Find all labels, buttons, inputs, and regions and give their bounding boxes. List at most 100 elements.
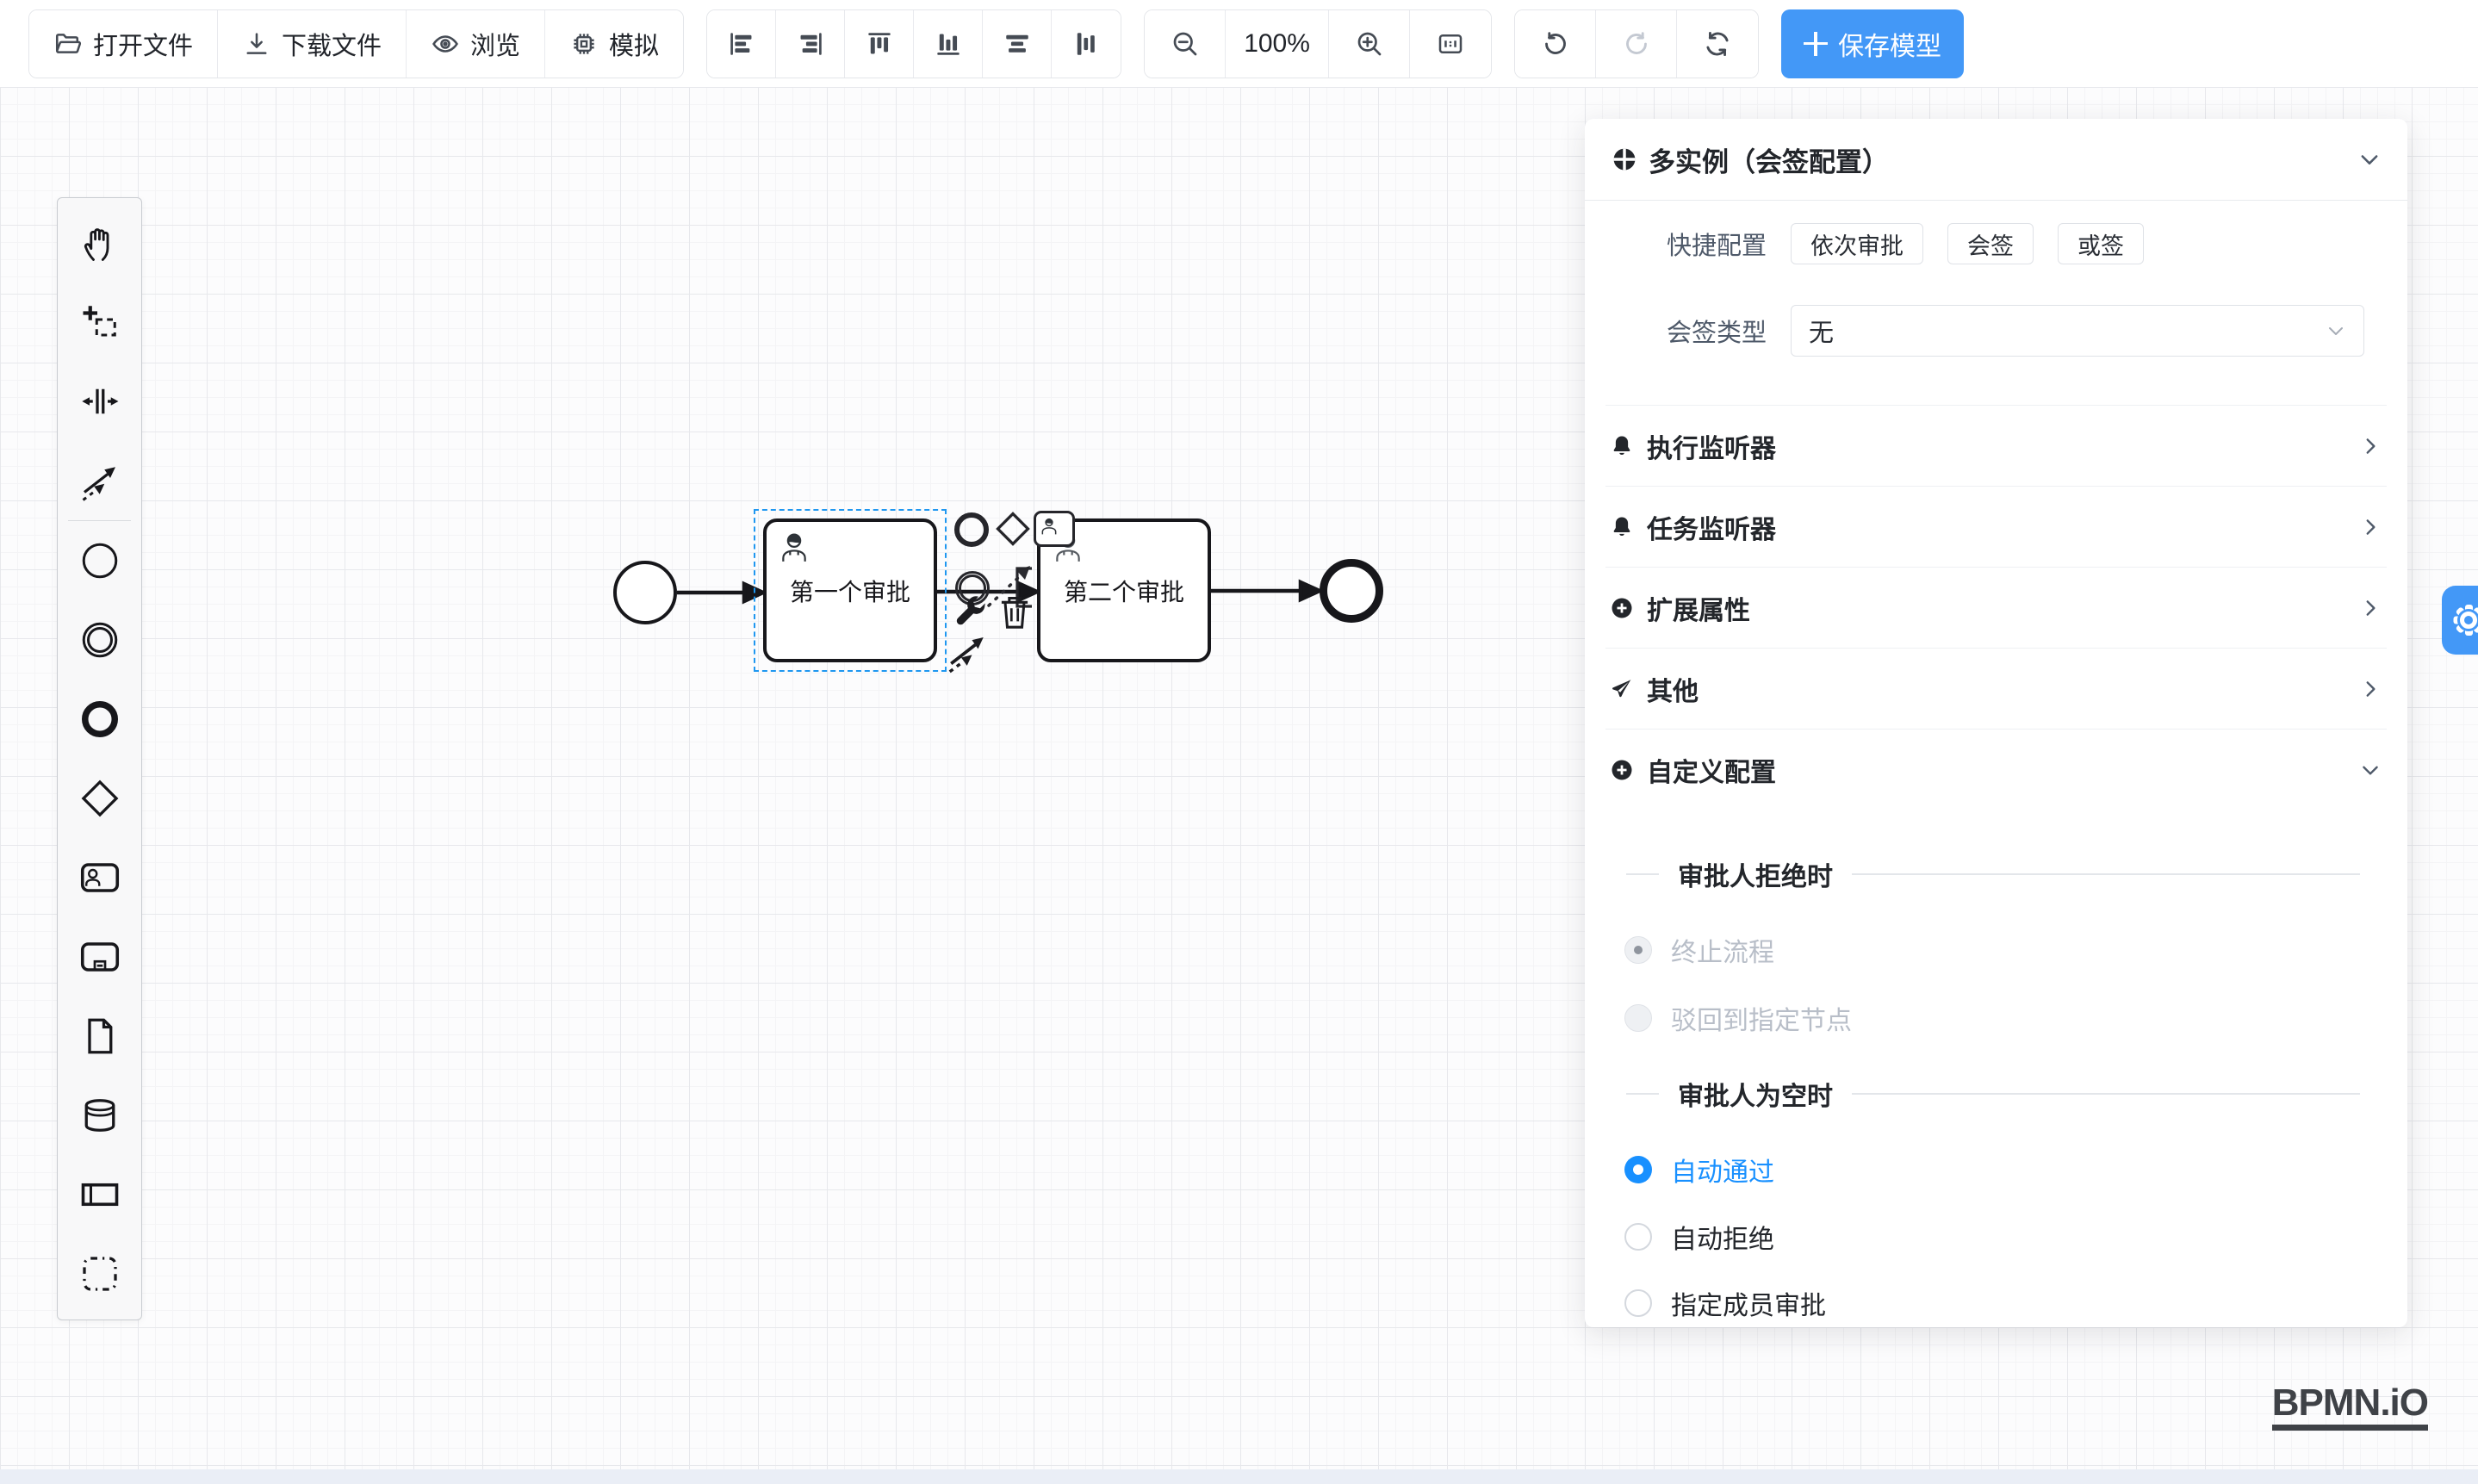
empty-group-divider: 审批人为空时 bbox=[1626, 1073, 2360, 1115]
lasso-tool[interactable] bbox=[58, 283, 141, 362]
align-middle-vertical-button[interactable] bbox=[1052, 10, 1121, 78]
bpmn-io-logo[interactable]: BPMN.iO bbox=[2272, 1384, 2428, 1431]
create-group[interactable] bbox=[58, 1234, 141, 1313]
end-event[interactable] bbox=[1320, 559, 1383, 623]
divider-line bbox=[1852, 1093, 2360, 1095]
section-execution-listener[interactable]: 执行监听器 bbox=[1605, 405, 2387, 486]
align-left-icon bbox=[727, 29, 756, 59]
section-task-listener[interactable]: 任务监听器 bbox=[1605, 486, 2387, 567]
connection-tool[interactable] bbox=[58, 441, 141, 520]
start-event-icon bbox=[79, 540, 121, 581]
chevron-down-icon bbox=[2326, 320, 2346, 341]
section-label: 执行监听器 bbox=[1647, 427, 2359, 465]
create-start-event[interactable] bbox=[58, 521, 141, 600]
refresh-button[interactable] bbox=[1677, 10, 1758, 78]
radio-assign-member[interactable]: 指定成员审批 bbox=[1624, 1282, 2373, 1324]
settings-tab[interactable] bbox=[2442, 586, 2478, 655]
section-extended-properties[interactable]: 扩展属性 bbox=[1605, 567, 2387, 648]
fit-viewport-icon bbox=[1435, 28, 1466, 59]
radio-label: 驳回到指定节点 bbox=[1671, 999, 1852, 1037]
zoom-button-group: 100% bbox=[1144, 9, 1492, 78]
space-tool[interactable] bbox=[58, 362, 141, 441]
save-model-button[interactable]: 保存模型 bbox=[1781, 9, 1964, 78]
align-left-button[interactable] bbox=[707, 10, 776, 78]
zoom-level-display[interactable]: 100% bbox=[1226, 10, 1329, 78]
wrench-icon[interactable] bbox=[953, 595, 989, 631]
quick-option-orsign-button[interactable]: 或签 bbox=[2058, 223, 2144, 264]
quick-option-countersign-button[interactable]: 会签 bbox=[1947, 223, 2034, 264]
folder-open-icon bbox=[53, 29, 83, 59]
multi-instance-section-header[interactable]: 多实例（会签配置） bbox=[1585, 119, 2407, 201]
fit-viewport-button[interactable] bbox=[1410, 10, 1491, 78]
create-gateway[interactable] bbox=[58, 759, 141, 838]
align-right-button[interactable] bbox=[776, 10, 845, 78]
panel-sections: 执行监听器 任务监听器 扩展属性 bbox=[1605, 405, 2387, 810]
bottom-scrollbar-strip[interactable] bbox=[0, 1469, 2478, 1484]
align-center-horizontal-icon bbox=[1003, 29, 1032, 59]
download-icon bbox=[242, 29, 271, 59]
quick-option-sequential-button[interactable]: 依次审批 bbox=[1791, 223, 1923, 264]
section-other[interactable]: 其他 bbox=[1605, 648, 2387, 729]
radio-auto-pass[interactable]: 自动通过 bbox=[1624, 1149, 2373, 1190]
create-participant[interactable] bbox=[58, 1155, 141, 1234]
download-file-label: 下载文件 bbox=[282, 26, 382, 62]
open-file-button[interactable]: 打开文件 bbox=[29, 10, 218, 78]
quick-config-label: 快捷配置 bbox=[1585, 226, 1767, 262]
create-end-event[interactable] bbox=[58, 680, 141, 759]
append-end-event-icon[interactable] bbox=[954, 512, 989, 547]
user-task-icon bbox=[79, 857, 121, 898]
align-center-horizontal-button[interactable] bbox=[983, 10, 1052, 78]
radio-label: 自动拒绝 bbox=[1671, 1218, 1774, 1256]
radio-disabled-selected-icon bbox=[1624, 936, 1652, 964]
undo-button[interactable] bbox=[1515, 10, 1596, 78]
panel-title: 多实例（会签配置） bbox=[1649, 140, 2357, 179]
subprocess-icon bbox=[79, 936, 121, 978]
plus-circle-icon bbox=[1609, 595, 1635, 621]
chevron-down-icon bbox=[2357, 147, 2382, 171]
section-custom-config[interactable]: 自定义配置 bbox=[1605, 729, 2387, 810]
bpmn-editor: 第一个审批 第二个审批 bbox=[0, 0, 2478, 1484]
create-intermediate-event[interactable] bbox=[58, 600, 141, 680]
task-label: 第二个审批 bbox=[1064, 574, 1184, 608]
append-gateway-icon[interactable] bbox=[994, 510, 1032, 548]
save-model-label: 保存模型 bbox=[1838, 25, 1941, 63]
trash-icon[interactable] bbox=[996, 592, 1034, 633]
history-button-group bbox=[1514, 9, 1759, 78]
sign-type-row: 会签类型 无 bbox=[1585, 305, 2407, 357]
simulate-button[interactable]: 模拟 bbox=[545, 10, 683, 78]
align-top-button[interactable] bbox=[845, 10, 914, 78]
task-first-approval[interactable]: 第一个审批 bbox=[763, 518, 937, 662]
create-data-store[interactable] bbox=[58, 1076, 141, 1155]
radio-terminate-process: 终止流程 bbox=[1624, 929, 2373, 971]
hand-tool[interactable] bbox=[58, 203, 141, 283]
download-file-button[interactable]: 下载文件 bbox=[218, 10, 407, 78]
radio-selected-icon bbox=[1624, 1156, 1652, 1183]
simulate-label: 模拟 bbox=[609, 26, 659, 62]
create-subprocess[interactable] bbox=[58, 917, 141, 997]
toolbar: 打开文件 下载文件 浏览 bbox=[0, 0, 2478, 87]
preview-button[interactable]: 浏览 bbox=[407, 10, 545, 78]
redo-button[interactable] bbox=[1596, 10, 1677, 78]
section-label: 其他 bbox=[1647, 670, 2359, 708]
end-event-icon bbox=[79, 699, 121, 740]
zoom-in-button[interactable] bbox=[1329, 10, 1410, 78]
align-top-icon bbox=[865, 29, 894, 59]
zoom-out-button[interactable] bbox=[1145, 10, 1226, 78]
start-event[interactable] bbox=[613, 561, 677, 624]
chevron-down-icon bbox=[2359, 759, 2382, 781]
align-bottom-button[interactable] bbox=[914, 10, 983, 78]
align-button-group bbox=[706, 9, 1121, 78]
data-store-icon bbox=[79, 1095, 121, 1136]
connect-tool-icon[interactable] bbox=[946, 631, 989, 674]
divider-line bbox=[1852, 873, 2360, 875]
radio-auto-reject[interactable]: 自动拒绝 bbox=[1624, 1216, 2373, 1257]
user-task-person-icon bbox=[775, 529, 813, 573]
intermediate-event-icon bbox=[79, 619, 121, 661]
create-data-object[interactable] bbox=[58, 997, 141, 1076]
sign-type-value: 无 bbox=[1809, 313, 2326, 349]
gear-icon bbox=[2452, 604, 2478, 636]
sign-type-select[interactable]: 无 bbox=[1791, 305, 2364, 357]
create-user-task[interactable] bbox=[58, 838, 141, 917]
multi-instance-icon bbox=[1611, 146, 1638, 173]
append-user-task-icon[interactable] bbox=[1034, 511, 1075, 547]
